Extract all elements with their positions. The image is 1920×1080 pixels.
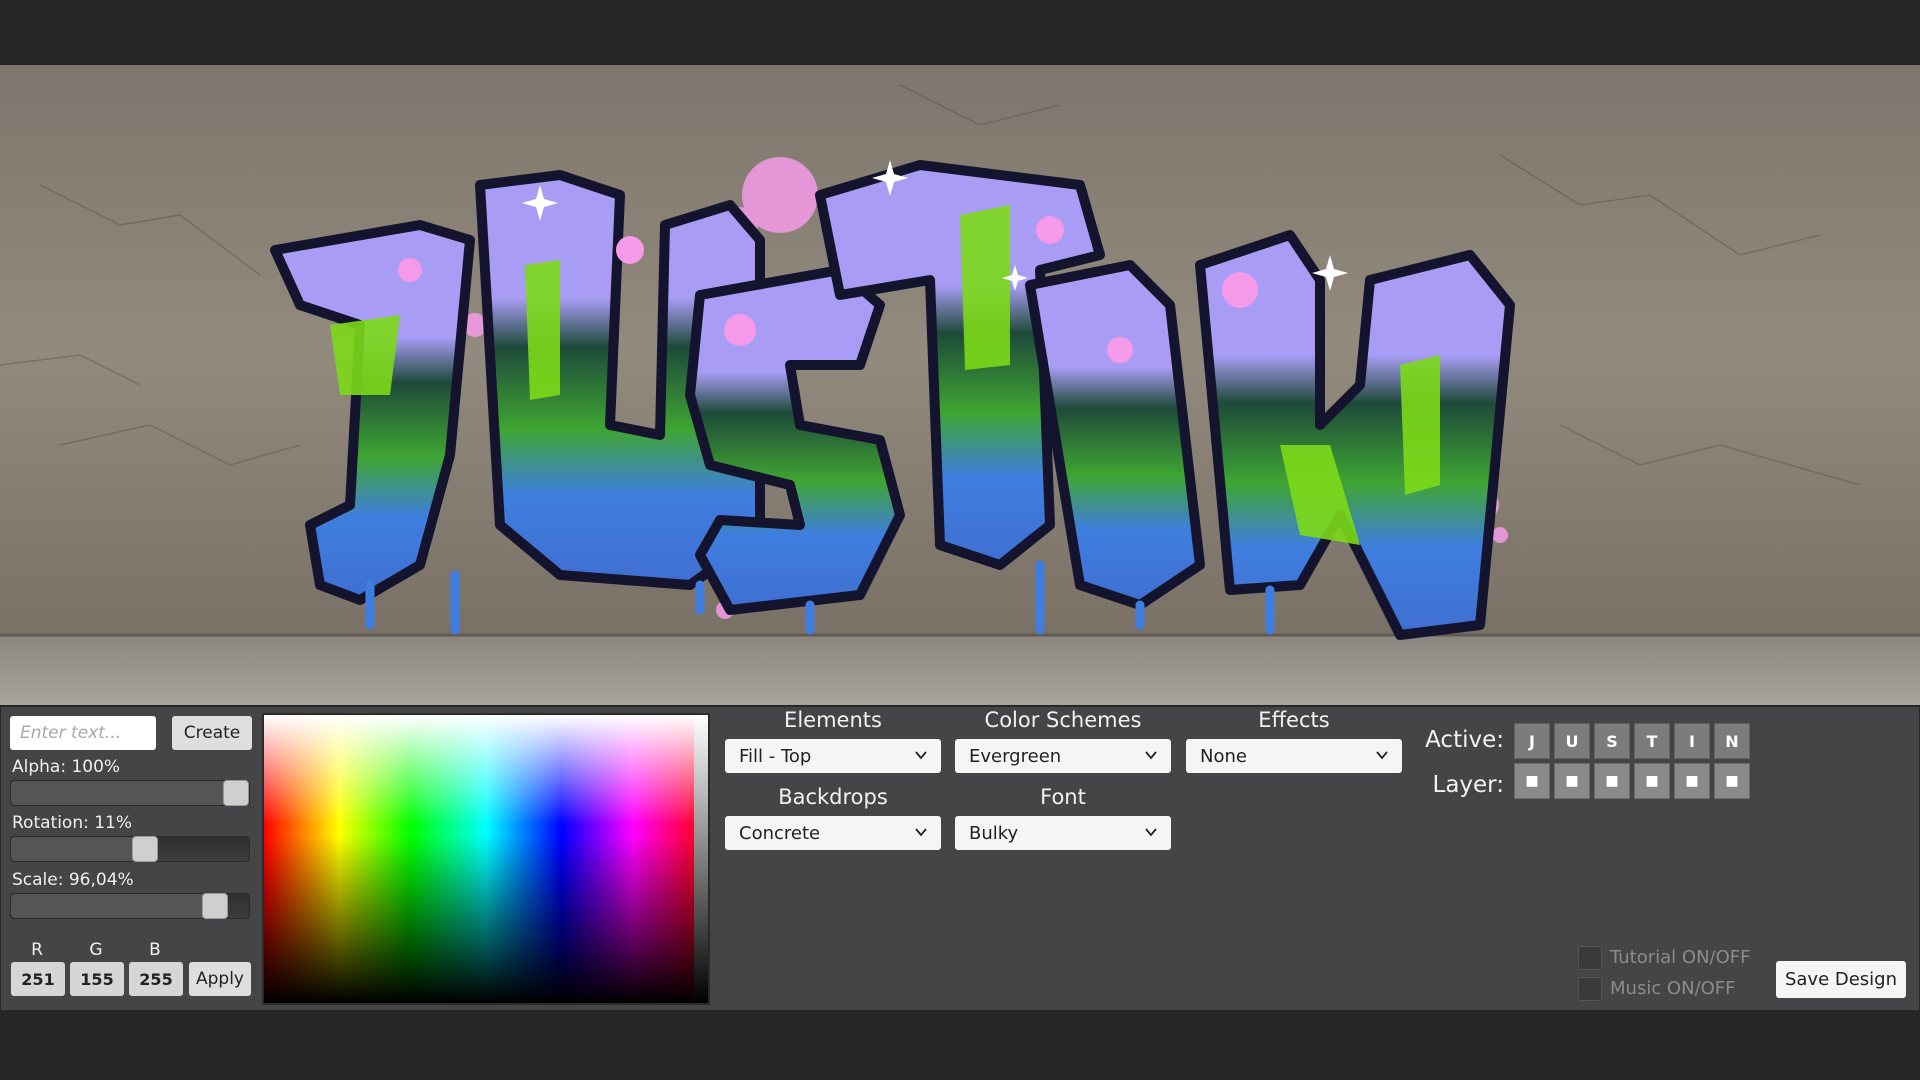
active-letter-button[interactable]: I bbox=[1674, 723, 1710, 759]
r-value[interactable]: 251 bbox=[11, 962, 65, 996]
color-schemes-title: Color Schemes bbox=[984, 708, 1142, 732]
rotation-slider-thumb[interactable] bbox=[131, 836, 158, 862]
layer-button[interactable]: ■ bbox=[1514, 763, 1550, 799]
backdrops-dropdown-value: Concrete bbox=[739, 822, 821, 844]
chevron-down-icon bbox=[1145, 828, 1157, 837]
layer-button[interactable]: ■ bbox=[1634, 763, 1670, 799]
graffiti-canvas[interactable] bbox=[0, 65, 1920, 705]
chevron-down-icon bbox=[915, 751, 927, 760]
rotation-slider-fill bbox=[11, 837, 145, 861]
scale-slider[interactable] bbox=[10, 893, 250, 919]
tutorial-label: Tutorial ON/OFF bbox=[1610, 947, 1751, 968]
b-label: B bbox=[149, 940, 161, 960]
canvas-svg bbox=[0, 65, 1920, 705]
effects-dropdown[interactable]: None bbox=[1186, 739, 1402, 773]
font-dropdown[interactable]: Bulky bbox=[955, 816, 1171, 850]
layer-button[interactable]: ■ bbox=[1674, 763, 1710, 799]
scale-slider-fill bbox=[11, 894, 215, 918]
color-schemes-dropdown[interactable]: Evergreen bbox=[955, 739, 1171, 773]
chevron-down-icon bbox=[915, 828, 927, 837]
alpha-slider-fill bbox=[11, 781, 236, 805]
g-value[interactable]: 155 bbox=[70, 962, 124, 996]
letter-s bbox=[685, 265, 905, 615]
color-picker[interactable] bbox=[262, 713, 710, 1005]
save-design-button[interactable]: Save Design bbox=[1776, 961, 1906, 998]
rotation-label: Rotation: 11% bbox=[12, 813, 133, 833]
active-letter-button[interactable]: T bbox=[1634, 723, 1670, 759]
active-letter-button[interactable]: S bbox=[1594, 723, 1630, 759]
b-value[interactable]: 255 bbox=[129, 962, 183, 996]
tutorial-checkbox[interactable] bbox=[1578, 946, 1602, 970]
text-input[interactable] bbox=[10, 716, 156, 750]
backdrops-dropdown[interactable]: Concrete bbox=[725, 816, 941, 850]
active-letter-button[interactable]: N bbox=[1714, 723, 1750, 759]
r-label: R bbox=[31, 940, 43, 960]
layer-button[interactable]: ■ bbox=[1554, 763, 1590, 799]
effects-dropdown-value: None bbox=[1200, 745, 1247, 767]
alpha-label: Alpha: 100% bbox=[12, 757, 121, 777]
create-button[interactable]: Create bbox=[172, 716, 252, 750]
alpha-slider[interactable] bbox=[10, 780, 250, 806]
rotation-slider[interactable] bbox=[10, 836, 250, 862]
elements-dropdown[interactable]: Fill - Top bbox=[725, 739, 941, 773]
elements-dropdown-value: Fill - Top bbox=[739, 745, 812, 767]
effects-title: Effects bbox=[1258, 708, 1330, 732]
g-label: G bbox=[89, 940, 103, 960]
active-letter-button[interactable]: J bbox=[1514, 723, 1550, 759]
font-dropdown-value: Bulky bbox=[969, 822, 1019, 844]
music-label: Music ON/OFF bbox=[1610, 978, 1736, 999]
active-letter-button[interactable]: U bbox=[1554, 723, 1590, 759]
layer-label: Layer: bbox=[1432, 772, 1504, 798]
chevron-down-icon bbox=[1145, 751, 1157, 760]
layer-button[interactable]: ■ bbox=[1594, 763, 1630, 799]
music-checkbox[interactable] bbox=[1578, 977, 1602, 1001]
layer-button[interactable]: ■ bbox=[1714, 763, 1750, 799]
chevron-down-icon bbox=[1376, 751, 1388, 760]
bottom-bar bbox=[0, 1010, 1920, 1080]
floor bbox=[0, 635, 1920, 705]
apply-button[interactable]: Apply bbox=[189, 962, 251, 996]
scale-slider-thumb[interactable] bbox=[201, 893, 228, 919]
color-picker-brightness-strip[interactable] bbox=[694, 715, 708, 1003]
elements-title: Elements bbox=[784, 708, 882, 732]
top-bar bbox=[0, 0, 1920, 65]
font-title: Font bbox=[1040, 785, 1086, 809]
scale-label: Scale: 96,04% bbox=[12, 870, 134, 890]
alpha-slider-thumb[interactable] bbox=[223, 780, 249, 806]
active-label: Active: bbox=[1425, 727, 1504, 753]
color-schemes-dropdown-value: Evergreen bbox=[969, 745, 1062, 767]
backdrops-title: Backdrops bbox=[778, 785, 888, 809]
